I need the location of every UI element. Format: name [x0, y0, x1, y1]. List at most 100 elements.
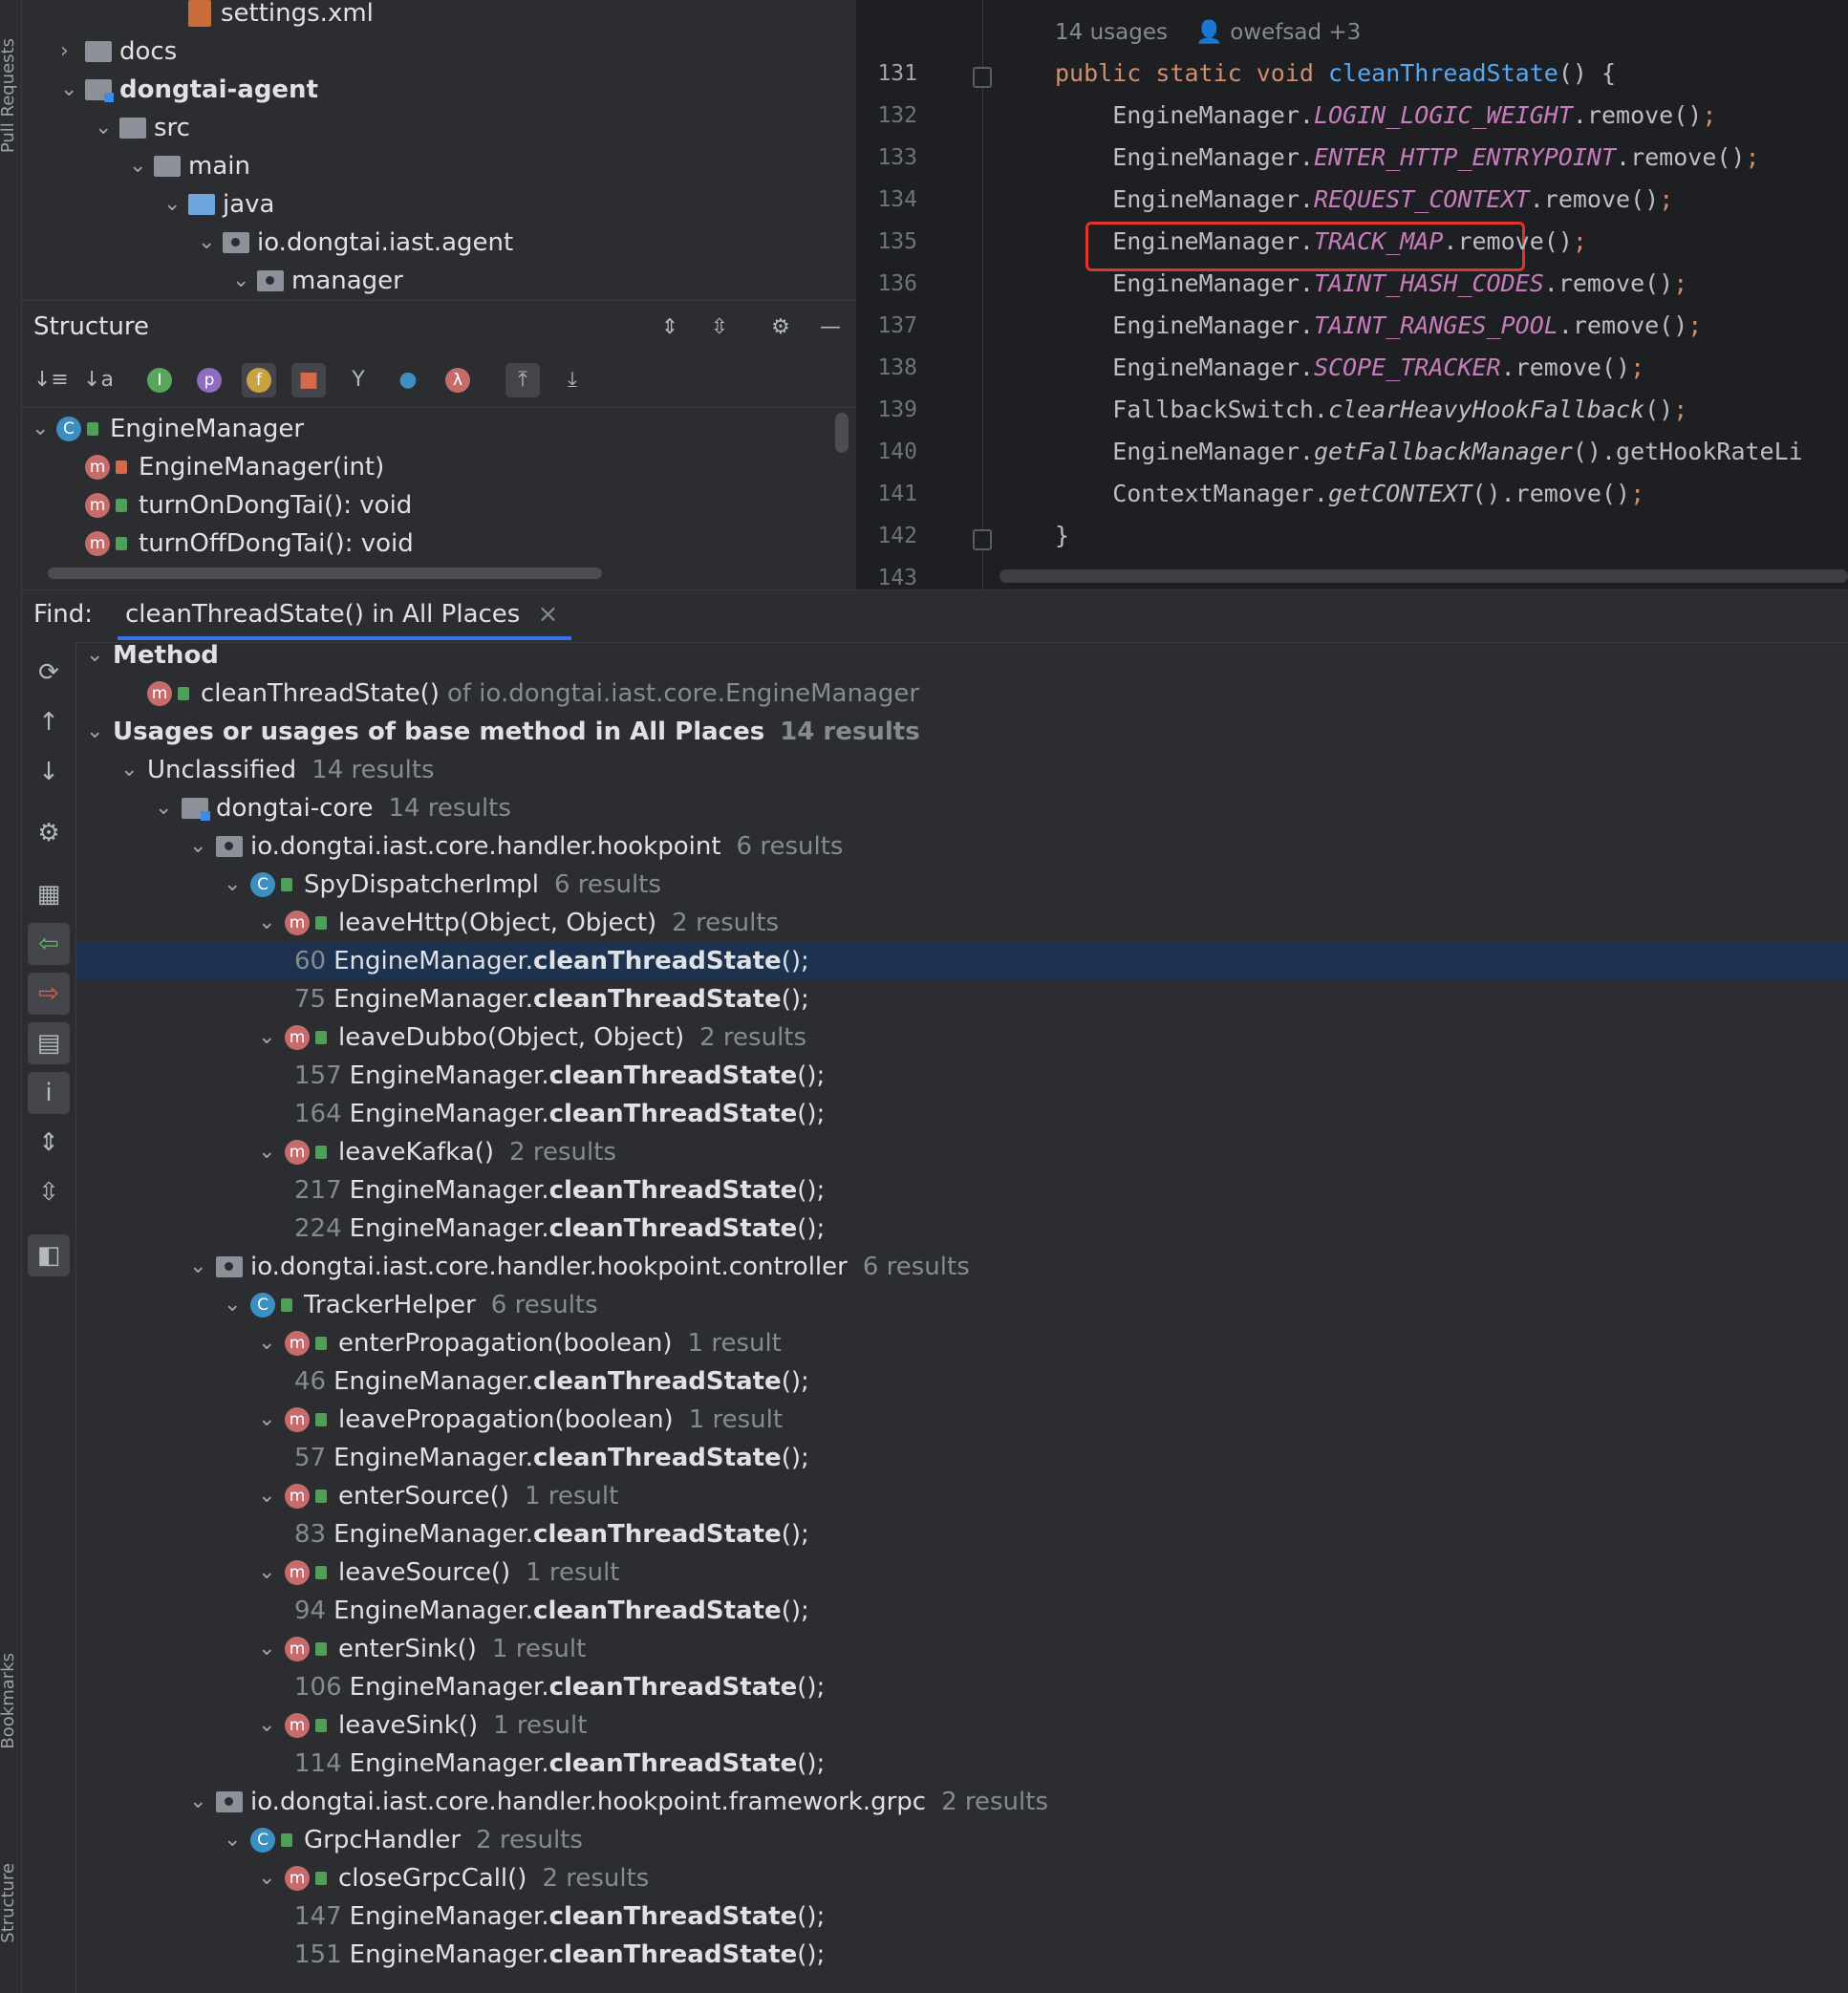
- chevron-down-icon[interactable]: ⌄: [86, 713, 113, 751]
- result-group-row[interactable]: ⌄ m closeGrpcCall() 2 results: [76, 1859, 1848, 1897]
- chevron-right-icon[interactable]: ›: [60, 32, 85, 71]
- usage-hint[interactable]: 14 usages 👤 owefsad +3: [1055, 19, 1361, 45]
- usage-row[interactable]: 147 EngineManager.cleanThreadState();: [76, 1897, 1848, 1936]
- chevron-down-icon[interactable]: ⌄: [224, 866, 250, 904]
- chevron-down-icon[interactable]: ⌄: [224, 1286, 250, 1324]
- code-line[interactable]: EngineManager.ENTER_HTTP_ENTRYPOINT.remo…: [1055, 143, 1759, 171]
- filter-icon[interactable]: Y: [341, 363, 376, 397]
- structure-item[interactable]: ⌄ C EngineManager: [32, 410, 304, 448]
- close-tab-icon[interactable]: ×: [538, 600, 559, 629]
- project-tree-item[interactable]: › docs: [60, 32, 177, 71]
- show-inherited-icon[interactable]: I: [142, 363, 177, 397]
- show-read-access-icon[interactable]: ⇦: [28, 923, 70, 965]
- usage-row[interactable]: 106 EngineManager.cleanThreadState();: [76, 1668, 1848, 1706]
- gear-icon[interactable]: ⚙: [763, 311, 798, 345]
- usage-row[interactable]: 83 EngineManager.cleanThreadState();: [76, 1515, 1848, 1554]
- chevron-down-icon[interactable]: ⌄: [258, 1401, 285, 1439]
- group-by-icon[interactable]: ▦: [28, 873, 70, 915]
- project-tree-item[interactable]: ⌄ manager: [232, 262, 403, 300]
- structure-vscrollbar[interactable]: [835, 413, 849, 453]
- result-group-row[interactable]: ⌄ m leaveHttp(Object, Object) 2 results: [76, 904, 1848, 942]
- rerun-icon[interactable]: ⟳: [28, 652, 70, 694]
- result-group-row[interactable]: ⌄ Method: [76, 642, 1848, 675]
- project-tree-item[interactable]: ⌄ dongtai-agent: [60, 71, 318, 109]
- usage-row[interactable]: 46 EngineManager.cleanThreadState();: [76, 1362, 1848, 1401]
- chevron-down-icon[interactable]: ⌄: [258, 1706, 285, 1745]
- chevron-down-icon[interactable]: ⌄: [258, 1630, 285, 1668]
- result-group-row[interactable]: ⌄ m leavePropagation(boolean) 1 result: [76, 1401, 1848, 1439]
- code-line[interactable]: EngineManager.SCOPE_TRACKER.remove();: [1055, 354, 1644, 381]
- collapse-all-icon[interactable]: ⇳: [702, 311, 737, 345]
- result-group-row[interactable]: ⌄ m leaveSink() 1 result: [76, 1706, 1848, 1745]
- chevron-down-icon[interactable]: ⌄: [120, 751, 147, 789]
- structure-item[interactable]: m turnOnDongTai(): void: [75, 486, 412, 525]
- settings-icon[interactable]: ⚙: [28, 812, 70, 854]
- next-occurrence-icon[interactable]: ↓: [28, 751, 70, 793]
- sort-by-visibility-icon[interactable]: ↓≡: [33, 363, 69, 397]
- result-group-row[interactable]: ⌄ Usages or usages of base method in All …: [76, 713, 1848, 751]
- usage-row[interactable]: 94 EngineManager.cleanThreadState();: [76, 1592, 1848, 1630]
- preview-icon[interactable]: ◧: [28, 1234, 70, 1276]
- project-tree-item[interactable]: ⌄ src: [95, 109, 190, 147]
- usage-row[interactable]: 217 EngineManager.cleanThreadState();: [76, 1171, 1848, 1210]
- chevron-down-icon[interactable]: ⌄: [189, 1783, 216, 1821]
- project-tree-item[interactable]: ⌄ main: [129, 147, 250, 185]
- code-line[interactable]: EngineManager.getFallbackManager().getHo…: [1055, 438, 1803, 465]
- chevron-down-icon[interactable]: ⌄: [129, 147, 154, 185]
- chevron-down-icon[interactable]: ⌄: [189, 1248, 216, 1286]
- chevron-down-icon[interactable]: ⌄: [155, 789, 182, 827]
- usage-row[interactable]: 224 EngineManager.cleanThreadState();: [76, 1210, 1848, 1248]
- usage-row[interactable]: 114 EngineManager.cleanThreadState();: [76, 1745, 1848, 1783]
- usage-row[interactable]: 60 EngineManager.cleanThreadState();: [76, 942, 1848, 980]
- code-line[interactable]: EngineManager.TRACK_MAP.remove();: [1055, 227, 1587, 255]
- show-anonymous-icon[interactable]: ●: [391, 363, 425, 397]
- chevron-down-icon[interactable]: ⌄: [258, 1018, 285, 1057]
- chevron-down-icon[interactable]: ⌄: [258, 1324, 285, 1362]
- fold-marker-icon[interactable]: [973, 67, 992, 88]
- show-non-public-icon[interactable]: ■: [291, 363, 326, 397]
- minimize-icon[interactable]: —: [813, 311, 848, 345]
- pull-requests-tab[interactable]: Pull Requests: [0, 38, 18, 153]
- code-line[interactable]: EngineManager.TAINT_HASH_CODES.remove();: [1055, 269, 1687, 297]
- chevron-down-icon[interactable]: ⌄: [258, 1477, 285, 1515]
- chevron-down-icon[interactable]: ⌄: [95, 109, 119, 147]
- chevron-down-icon[interactable]: ⌄: [32, 410, 56, 448]
- result-group-row[interactable]: ⌄ io.dongtai.iast.core.handler.hookpoint 6…: [76, 827, 1848, 866]
- collapse-all-icon[interactable]: ⇳: [28, 1171, 70, 1213]
- project-tree-item[interactable]: ⌄ java: [163, 185, 274, 224]
- group-by-file-structure-icon[interactable]: ▤: [28, 1022, 70, 1064]
- code-line[interactable]: FallbackSwitch.clearHeavyHookFallback();: [1055, 396, 1687, 423]
- author-hint[interactable]: owefsad +3: [1230, 20, 1361, 45]
- usage-row[interactable]: 157 EngineManager.cleanThreadState();: [76, 1057, 1848, 1095]
- result-group-row[interactable]: ⌄ m enterSource() 1 result: [76, 1477, 1848, 1515]
- result-group-row[interactable]: ⌄ C GrpcHandler 2 results: [76, 1821, 1848, 1859]
- code-line[interactable]: }: [1055, 522, 1069, 549]
- result-group-row[interactable]: ⌄ m leaveDubbo(Object, Object) 2 results: [76, 1018, 1848, 1057]
- info-icon[interactable]: i: [28, 1072, 70, 1114]
- chevron-down-icon[interactable]: ⌄: [232, 262, 257, 300]
- usage-row[interactable]: 57 EngineManager.cleanThreadState();: [76, 1439, 1848, 1477]
- code-line[interactable]: ContextManager.getCONTEXT().remove();: [1055, 480, 1644, 507]
- autoscroll-from-source-icon[interactable]: ⤓: [555, 363, 590, 397]
- result-group-row[interactable]: ⌄ dongtai-core 14 results: [76, 789, 1848, 827]
- project-tree-item[interactable]: ⌄ io.dongtai.iast.agent: [198, 224, 513, 262]
- chevron-down-icon[interactable]: ⌄: [258, 904, 285, 942]
- structure-item[interactable]: m EngineManager(int): [75, 448, 384, 486]
- code-line[interactable]: EngineManager.LOGIN_LOGIC_WEIGHT.remove(…: [1055, 101, 1716, 129]
- expand-all-icon[interactable]: ⇕: [28, 1122, 70, 1164]
- usage-row[interactable]: 164 EngineManager.cleanThreadState();: [76, 1095, 1848, 1133]
- structure-item[interactable]: m turnOffDongTai(): void: [75, 525, 414, 563]
- result-group-row[interactable]: ⌄ m leaveSource() 1 result: [76, 1554, 1848, 1592]
- result-group-row[interactable]: ⌄ io.dongtai.iast.core.handler.hookpoint.…: [76, 1783, 1848, 1821]
- show-properties-icon[interactable]: p: [192, 363, 226, 397]
- chevron-down-icon[interactable]: ⌄: [86, 642, 113, 675]
- chevron-down-icon[interactable]: ⌄: [60, 71, 85, 109]
- show-write-access-icon[interactable]: ⇨: [28, 973, 70, 1015]
- editor-hscrollbar[interactable]: [999, 569, 1848, 583]
- chevron-down-icon[interactable]: ⌄: [189, 827, 216, 866]
- code-line[interactable]: EngineManager.TAINT_RANGES_POOL.remove()…: [1055, 311, 1702, 339]
- find-tab[interactable]: cleanThreadState() in All Places ×: [118, 590, 572, 640]
- bookmarks-tab[interactable]: Bookmarks: [0, 1653, 18, 1749]
- result-group-row[interactable]: ⌄ m enterSink() 1 result: [76, 1630, 1848, 1668]
- chevron-down-icon[interactable]: ⌄: [258, 1554, 285, 1592]
